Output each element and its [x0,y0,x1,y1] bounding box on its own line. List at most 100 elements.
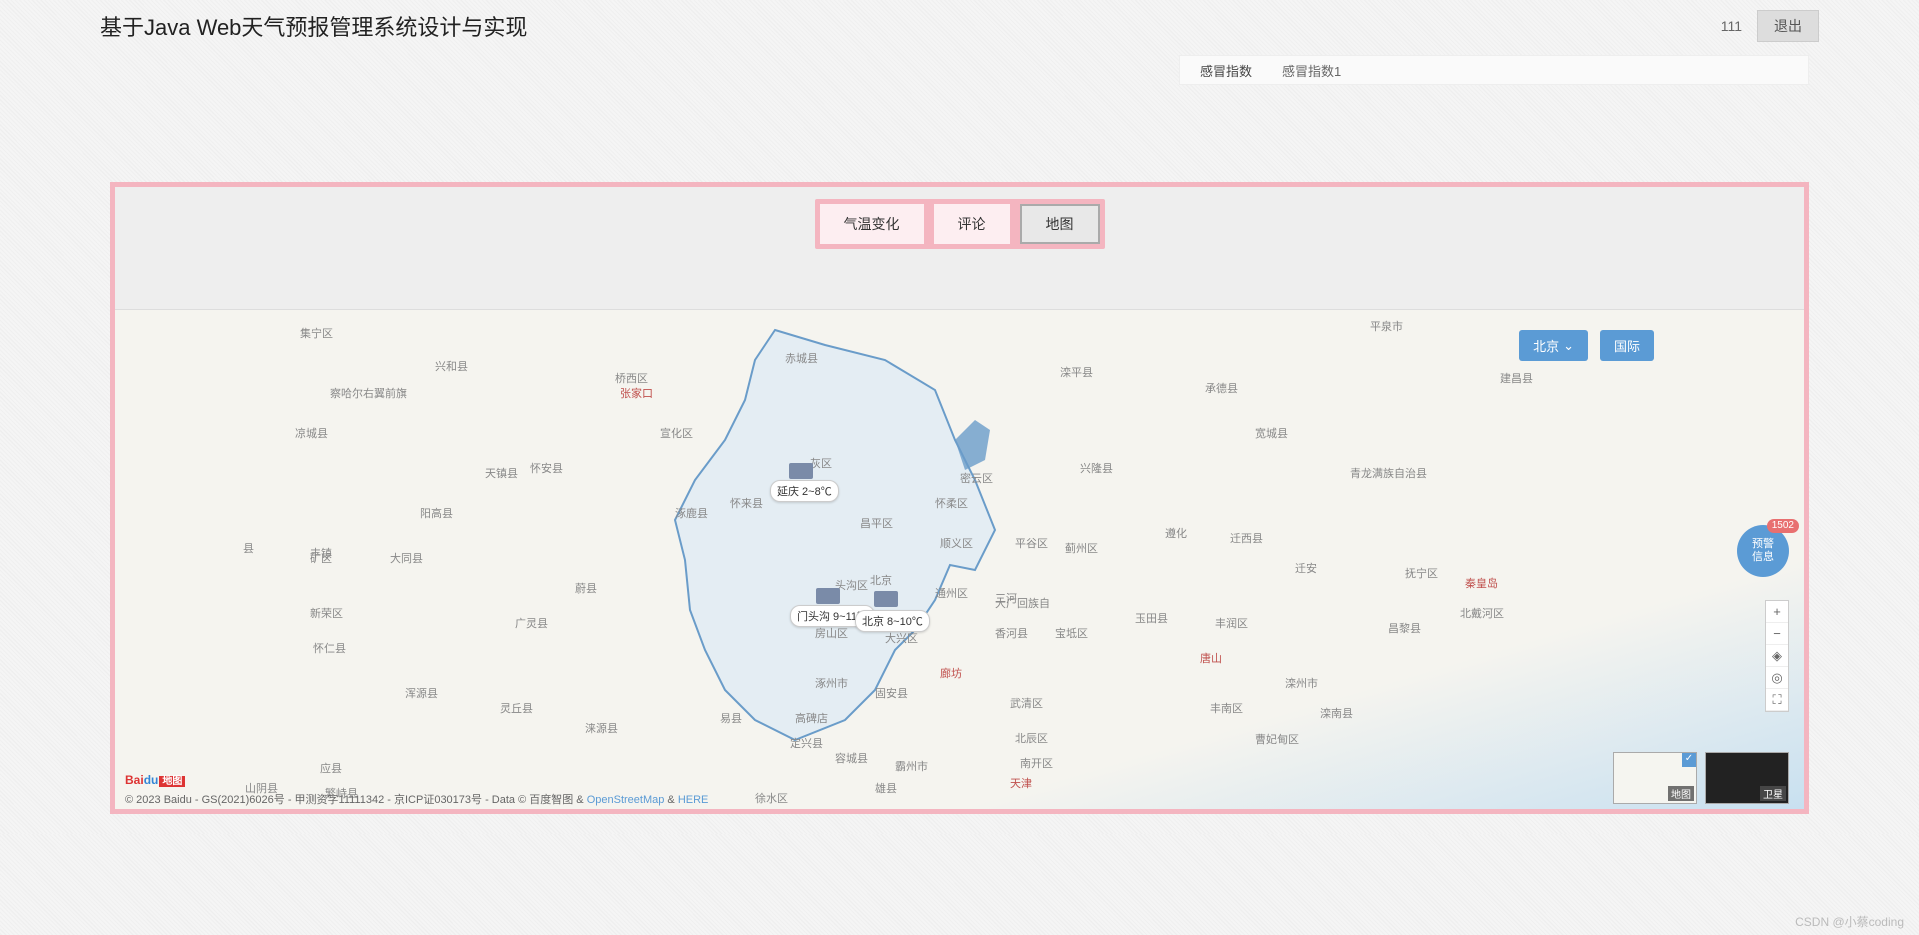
region-label: 涿州市 [815,675,848,691]
region-label: 蓟州区 [1065,540,1098,556]
baidu-logo: Baidu地图 [125,772,185,787]
region-label: 矿区 [310,550,332,566]
weather-popup-yanqing[interactable]: 延庆 2~8℃ [770,480,839,502]
region-label: 灵丘县 [500,700,533,716]
region-select-button[interactable]: 北京 ⌄ [1519,330,1588,361]
map-copyright: © 2023 Baidu - GS(2021)6026号 - 甲测资字11111… [125,791,708,807]
warning-button[interactable]: 1502 预警 信息 [1737,525,1789,577]
region-label: 迁西县 [1230,530,1263,546]
region-label: 兴隆县 [1080,460,1113,476]
region-label: 滦平县 [1060,364,1093,380]
region-label: 玉田县 [1135,610,1168,626]
region-label: 丰南区 [1210,700,1243,716]
region-label: 定兴县 [790,735,823,751]
region-label: 怀仁县 [313,640,346,656]
region-label: 怀来县 [730,495,763,511]
rain-icon [816,588,840,604]
region-label: 新荣区 [310,605,343,621]
region-label: 广灵县 [515,615,548,631]
district-label: 灰区 [810,455,832,471]
minimap-label: 卫星 [1760,786,1786,801]
weather-text: 延庆 2~8℃ [777,483,832,499]
region-label: 青龙满族自治县 [1350,465,1427,481]
region-label: 易县 [720,710,742,726]
region-label: 霸州市 [895,758,928,774]
region-label: 大同县 [390,550,423,566]
main-panel: 气温变化 评论 地图 集宁区凉城县丰镇兴和县察哈尔右翼前旗桥西区张家口怀安县宣化… [110,182,1809,814]
intl-button[interactable]: 国际 [1600,330,1654,361]
here-link[interactable]: HERE [678,794,709,806]
map-layer-button[interactable]: ◈ [1766,645,1788,667]
district-label: 顺义区 [940,535,973,551]
tab-comment[interactable]: 评论 [934,204,1010,244]
osm-link[interactable]: OpenStreetMap [587,794,665,806]
rain-icon [874,591,898,607]
region-label: 雄县 [875,780,897,796]
minimap-satellite[interactable]: 卫星 [1705,752,1789,804]
district-label: 密云区 [960,470,993,486]
warning-line2: 信息 [1752,551,1774,564]
district-label: 大兴区 [885,630,918,646]
region-label: 阳高县 [420,505,453,521]
region-label: 集宁区 [300,325,333,341]
weather-text: 北京 8~10℃ [862,613,923,629]
region-label: 天镇县 [485,465,518,481]
map-fullscreen-button[interactable]: ⛶ [1766,689,1788,711]
region-label: 容城县 [835,750,868,766]
district-label: 昌平区 [860,515,893,531]
region-label: 平泉市 [1370,318,1403,334]
region-label: 涿鹿县 [675,505,708,521]
region-label: 廊坊 [940,665,962,681]
region-label: 唐山 [1200,650,1222,666]
user-number: 111 [1721,18,1742,34]
region-label: 滦南县 [1320,705,1353,721]
cold-index-label: 感冒指数 [1200,61,1252,80]
chevron-down-icon: ⌄ [1563,338,1574,354]
logout-button[interactable]: 退出 [1757,10,1819,42]
region-label: 抚宁区 [1405,565,1438,581]
page-title: 基于Java Web天气预报管理系统设计与实现 [100,10,1721,42]
district-label: 平谷区 [1015,535,1048,551]
tab-map[interactable]: 地图 [1020,204,1100,244]
region-label: 秦皇岛 [1465,575,1498,591]
zoom-in-button[interactable]: + [1766,601,1788,623]
region-label: 徐水区 [755,790,788,806]
region-label: 宝坻区 [1055,625,1088,641]
region-label: 天津 [1010,775,1032,791]
region-label: 赤城县 [785,350,818,366]
region-label: 宣化区 [660,425,693,441]
region-label: 应县 [320,760,342,776]
region-label: 遵化 [1165,525,1187,541]
region-label: 兴和县 [435,358,468,374]
region-label: 迁安 [1295,560,1317,576]
region-label: 浑源县 [405,685,438,701]
weather-popup-beijing[interactable]: 北京 8~10℃ [855,610,930,632]
region-label: 怀安县 [530,460,563,476]
watermark: CSDN @小蔡coding [1795,913,1904,930]
region-label: 北辰区 [1015,730,1048,746]
warning-line1: 预警 [1752,538,1774,551]
region-label: 承德县 [1205,380,1238,396]
zoom-out-button[interactable]: − [1766,623,1788,645]
district-label: 怀柔区 [935,495,968,511]
district-label: 北京 [870,572,892,588]
region-label: 张家口 [620,385,653,401]
region-label: 凉城县 [295,425,328,441]
map-locate-button[interactable]: ◎ [1766,667,1788,689]
region-label: 滦州市 [1285,675,1318,691]
region-label: 桥西区 [615,370,648,386]
region-label: 宽城县 [1255,425,1288,441]
region-label: 涞源县 [585,720,618,736]
region-label: 高碑店 [795,710,828,726]
region-label: 察哈尔右翼前旗 [330,385,407,401]
warning-count-badge: 1502 [1767,519,1799,533]
map-area[interactable]: 集宁区凉城县丰镇兴和县察哈尔右翼前旗桥西区张家口怀安县宣化区涿鹿县怀来县赤城县滦… [115,309,1804,809]
check-icon: ✓ [1682,753,1696,767]
tab-bar: 气温变化 评论 地图 [815,199,1105,249]
region-label: 昌黎县 [1388,620,1421,636]
minimap-standard[interactable]: ✓ 地图 [1613,752,1697,804]
tab-temperature[interactable]: 气温变化 [820,204,924,244]
district-label: 通州区 [935,585,968,601]
region-label: 北戴河区 [1460,605,1504,621]
region-label: 县 [243,540,254,556]
